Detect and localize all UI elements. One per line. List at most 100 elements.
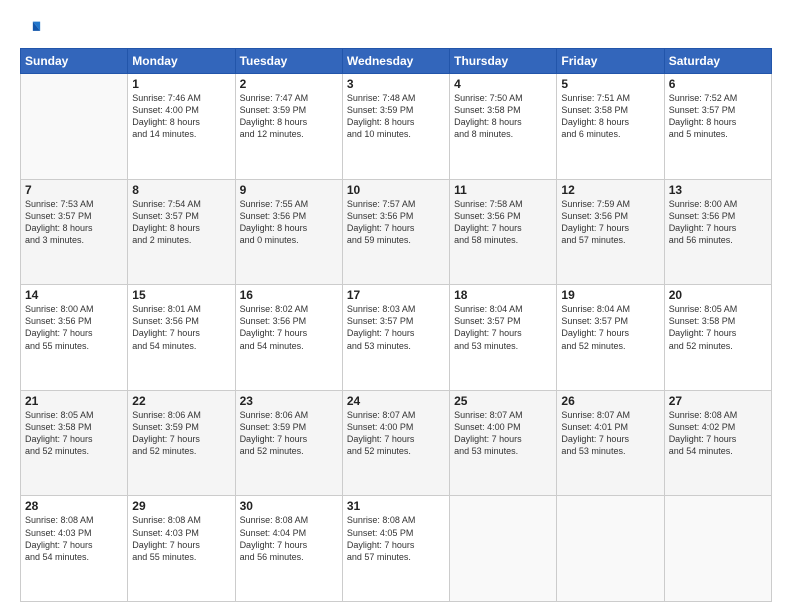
day-info: Sunrise: 8:07 AM Sunset: 4:01 PM Dayligh… bbox=[561, 409, 659, 458]
day-info: Sunrise: 7:58 AM Sunset: 3:56 PM Dayligh… bbox=[454, 198, 552, 247]
calendar-cell: 13Sunrise: 8:00 AM Sunset: 3:56 PM Dayli… bbox=[664, 179, 771, 285]
calendar-cell: 28Sunrise: 8:08 AM Sunset: 4:03 PM Dayli… bbox=[21, 496, 128, 602]
day-info: Sunrise: 7:57 AM Sunset: 3:56 PM Dayligh… bbox=[347, 198, 445, 247]
day-number: 29 bbox=[132, 499, 230, 513]
day-number: 20 bbox=[669, 288, 767, 302]
calendar-cell bbox=[557, 496, 664, 602]
calendar-cell: 5Sunrise: 7:51 AM Sunset: 3:58 PM Daylig… bbox=[557, 74, 664, 180]
day-number: 27 bbox=[669, 394, 767, 408]
calendar-cell: 7Sunrise: 7:53 AM Sunset: 3:57 PM Daylig… bbox=[21, 179, 128, 285]
day-info: Sunrise: 8:02 AM Sunset: 3:56 PM Dayligh… bbox=[240, 303, 338, 352]
day-number: 28 bbox=[25, 499, 123, 513]
calendar-cell: 31Sunrise: 8:08 AM Sunset: 4:05 PM Dayli… bbox=[342, 496, 449, 602]
day-info: Sunrise: 8:08 AM Sunset: 4:05 PM Dayligh… bbox=[347, 514, 445, 563]
day-info: Sunrise: 7:48 AM Sunset: 3:59 PM Dayligh… bbox=[347, 92, 445, 141]
calendar-cell: 11Sunrise: 7:58 AM Sunset: 3:56 PM Dayli… bbox=[450, 179, 557, 285]
calendar-cell: 21Sunrise: 8:05 AM Sunset: 3:58 PM Dayli… bbox=[21, 390, 128, 496]
day-info: Sunrise: 8:00 AM Sunset: 3:56 PM Dayligh… bbox=[25, 303, 123, 352]
calendar-week-row: 1Sunrise: 7:46 AM Sunset: 4:00 PM Daylig… bbox=[21, 74, 772, 180]
calendar-cell: 16Sunrise: 8:02 AM Sunset: 3:56 PM Dayli… bbox=[235, 285, 342, 391]
calendar-cell: 18Sunrise: 8:04 AM Sunset: 3:57 PM Dayli… bbox=[450, 285, 557, 391]
day-number: 14 bbox=[25, 288, 123, 302]
calendar-cell: 22Sunrise: 8:06 AM Sunset: 3:59 PM Dayli… bbox=[128, 390, 235, 496]
calendar-cell: 24Sunrise: 8:07 AM Sunset: 4:00 PM Dayli… bbox=[342, 390, 449, 496]
day-number: 3 bbox=[347, 77, 445, 91]
day-info: Sunrise: 8:06 AM Sunset: 3:59 PM Dayligh… bbox=[132, 409, 230, 458]
day-number: 11 bbox=[454, 183, 552, 197]
calendar-cell: 29Sunrise: 8:08 AM Sunset: 4:03 PM Dayli… bbox=[128, 496, 235, 602]
calendar-cell: 20Sunrise: 8:05 AM Sunset: 3:58 PM Dayli… bbox=[664, 285, 771, 391]
calendar-cell: 14Sunrise: 8:00 AM Sunset: 3:56 PM Dayli… bbox=[21, 285, 128, 391]
day-number: 16 bbox=[240, 288, 338, 302]
calendar-cell: 15Sunrise: 8:01 AM Sunset: 3:56 PM Dayli… bbox=[128, 285, 235, 391]
day-info: Sunrise: 7:47 AM Sunset: 3:59 PM Dayligh… bbox=[240, 92, 338, 141]
calendar-header-row: SundayMondayTuesdayWednesdayThursdayFrid… bbox=[21, 49, 772, 74]
page: SundayMondayTuesdayWednesdayThursdayFrid… bbox=[0, 0, 792, 612]
calendar-cell: 4Sunrise: 7:50 AM Sunset: 3:58 PM Daylig… bbox=[450, 74, 557, 180]
calendar-weekday-monday: Monday bbox=[128, 49, 235, 74]
day-number: 19 bbox=[561, 288, 659, 302]
day-number: 2 bbox=[240, 77, 338, 91]
day-info: Sunrise: 8:08 AM Sunset: 4:04 PM Dayligh… bbox=[240, 514, 338, 563]
day-number: 13 bbox=[669, 183, 767, 197]
day-info: Sunrise: 8:01 AM Sunset: 3:56 PM Dayligh… bbox=[132, 303, 230, 352]
day-number: 9 bbox=[240, 183, 338, 197]
calendar-week-row: 7Sunrise: 7:53 AM Sunset: 3:57 PM Daylig… bbox=[21, 179, 772, 285]
day-info: Sunrise: 8:07 AM Sunset: 4:00 PM Dayligh… bbox=[454, 409, 552, 458]
day-info: Sunrise: 8:03 AM Sunset: 3:57 PM Dayligh… bbox=[347, 303, 445, 352]
day-info: Sunrise: 8:07 AM Sunset: 4:00 PM Dayligh… bbox=[347, 409, 445, 458]
logo-icon bbox=[20, 18, 42, 40]
day-number: 26 bbox=[561, 394, 659, 408]
calendar-cell bbox=[21, 74, 128, 180]
day-info: Sunrise: 7:55 AM Sunset: 3:56 PM Dayligh… bbox=[240, 198, 338, 247]
calendar-cell bbox=[664, 496, 771, 602]
header bbox=[20, 18, 772, 40]
day-number: 8 bbox=[132, 183, 230, 197]
day-info: Sunrise: 8:04 AM Sunset: 3:57 PM Dayligh… bbox=[561, 303, 659, 352]
day-number: 24 bbox=[347, 394, 445, 408]
calendar-cell bbox=[450, 496, 557, 602]
day-info: Sunrise: 8:08 AM Sunset: 4:02 PM Dayligh… bbox=[669, 409, 767, 458]
day-info: Sunrise: 7:53 AM Sunset: 3:57 PM Dayligh… bbox=[25, 198, 123, 247]
calendar-cell: 12Sunrise: 7:59 AM Sunset: 3:56 PM Dayli… bbox=[557, 179, 664, 285]
day-info: Sunrise: 8:08 AM Sunset: 4:03 PM Dayligh… bbox=[132, 514, 230, 563]
day-number: 7 bbox=[25, 183, 123, 197]
calendar-cell: 3Sunrise: 7:48 AM Sunset: 3:59 PM Daylig… bbox=[342, 74, 449, 180]
calendar-cell: 27Sunrise: 8:08 AM Sunset: 4:02 PM Dayli… bbox=[664, 390, 771, 496]
calendar-cell: 8Sunrise: 7:54 AM Sunset: 3:57 PM Daylig… bbox=[128, 179, 235, 285]
calendar-table: SundayMondayTuesdayWednesdayThursdayFrid… bbox=[20, 48, 772, 602]
calendar-weekday-tuesday: Tuesday bbox=[235, 49, 342, 74]
calendar-cell: 23Sunrise: 8:06 AM Sunset: 3:59 PM Dayli… bbox=[235, 390, 342, 496]
day-number: 25 bbox=[454, 394, 552, 408]
calendar-weekday-saturday: Saturday bbox=[664, 49, 771, 74]
day-number: 1 bbox=[132, 77, 230, 91]
calendar-cell: 25Sunrise: 8:07 AM Sunset: 4:00 PM Dayli… bbox=[450, 390, 557, 496]
calendar-cell: 10Sunrise: 7:57 AM Sunset: 3:56 PM Dayli… bbox=[342, 179, 449, 285]
day-number: 17 bbox=[347, 288, 445, 302]
day-info: Sunrise: 7:59 AM Sunset: 3:56 PM Dayligh… bbox=[561, 198, 659, 247]
day-info: Sunrise: 8:06 AM Sunset: 3:59 PM Dayligh… bbox=[240, 409, 338, 458]
day-number: 30 bbox=[240, 499, 338, 513]
day-info: Sunrise: 7:52 AM Sunset: 3:57 PM Dayligh… bbox=[669, 92, 767, 141]
calendar-weekday-wednesday: Wednesday bbox=[342, 49, 449, 74]
calendar-weekday-thursday: Thursday bbox=[450, 49, 557, 74]
calendar-cell: 19Sunrise: 8:04 AM Sunset: 3:57 PM Dayli… bbox=[557, 285, 664, 391]
calendar-cell: 17Sunrise: 8:03 AM Sunset: 3:57 PM Dayli… bbox=[342, 285, 449, 391]
day-number: 4 bbox=[454, 77, 552, 91]
calendar-week-row: 28 Sunrise: 8:08 AM Sunset: 4:03 PM Dayli… bbox=[21, 496, 772, 602]
day-info: Sunrise: 8:00 AM Sunset: 3:56 PM Dayligh… bbox=[669, 198, 767, 247]
day-number: 18 bbox=[454, 288, 552, 302]
calendar-week-row: 14Sunrise: 8:00 AM Sunset: 3:56 PM Dayli… bbox=[21, 285, 772, 391]
day-number: 5 bbox=[561, 77, 659, 91]
calendar-cell: 2Sunrise: 7:47 AM Sunset: 3:59 PM Daylig… bbox=[235, 74, 342, 180]
day-info: Sunrise: 7:46 AM Sunset: 4:00 PM Dayligh… bbox=[132, 92, 230, 141]
day-info: Sunrise: 8:05 AM Sunset: 3:58 PM Dayligh… bbox=[25, 409, 123, 458]
calendar-weekday-friday: Friday bbox=[557, 49, 664, 74]
day-number: 31 bbox=[347, 499, 445, 513]
calendar-cell: 1Sunrise: 7:46 AM Sunset: 4:00 PM Daylig… bbox=[128, 74, 235, 180]
logo bbox=[20, 18, 44, 40]
day-info: Sunrise: 8:05 AM Sunset: 3:58 PM Dayligh… bbox=[669, 303, 767, 352]
day-info: Sunrise: 7:54 AM Sunset: 3:57 PM Dayligh… bbox=[132, 198, 230, 247]
day-number: 10 bbox=[347, 183, 445, 197]
day-info: Sunrise: 7:50 AM Sunset: 3:58 PM Dayligh… bbox=[454, 92, 552, 141]
